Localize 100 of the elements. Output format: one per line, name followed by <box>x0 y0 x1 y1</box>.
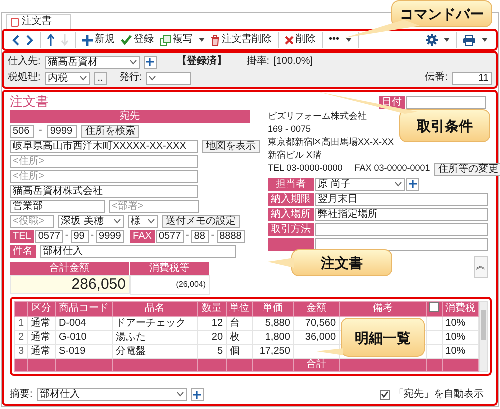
input-field[interactable]: 翌月末日 <box>315 192 488 206</box>
caret-icon <box>482 38 488 42</box>
section-header: 宛先 <box>10 110 250 123</box>
field-label: 摘要: <box>10 388 33 400</box>
tax-amount: (26,004) <box>130 275 210 295</box>
printer-icon <box>463 34 476 46</box>
plus-icon <box>193 390 202 398</box>
callout-label: コマンドバー <box>400 6 484 22</box>
callout-label: 注文書 <box>321 255 363 271</box>
plus-icon <box>146 58 154 66</box>
field-label: 納入期限 <box>268 192 314 206</box>
change-address-button[interactable]: 住所等の変更 <box>434 162 500 176</box>
table-cell: G-010 <box>56 330 113 344</box>
fax-text: FAX 03-0000-0001 <box>354 162 430 174</box>
select-field[interactable]: 様 <box>128 214 158 228</box>
copy-icon <box>160 34 171 46</box>
callout-label: 明細一覧 <box>355 330 412 346</box>
caret-icon <box>148 218 155 224</box>
copy-button[interactable]: 複写 <box>157 32 208 48</box>
memo-settings-button[interactable]: 送付メモの設定 <box>162 214 240 228</box>
total-amount: 286,050 <box>10 275 130 294</box>
field-label: 件名 <box>10 244 36 258</box>
input-field[interactable]: 9999 <box>96 230 124 242</box>
gear-icon <box>426 34 438 46</box>
input-field[interactable]: 506 <box>10 124 34 138</box>
plus-icon <box>82 34 93 46</box>
delete-order-button[interactable]: 注文書削除 <box>208 32 275 48</box>
caret-icon <box>149 76 156 80</box>
column-header: 金額 <box>294 302 340 316</box>
caret-icon <box>130 60 137 64</box>
document-icon <box>11 18 19 26</box>
delete-button[interactable]: 削除 <box>282 32 319 48</box>
field-label: 仕入先: <box>8 56 41 68</box>
field-label: FAX <box>130 230 155 242</box>
field-label: TEL <box>10 230 34 242</box>
caret-icon <box>199 38 205 42</box>
input-field[interactable] <box>315 238 488 250</box>
address-text: 新宿ビル X階 <box>268 149 322 161</box>
x-icon <box>285 36 294 44</box>
checkbox[interactable] <box>429 302 440 312</box>
column-header: 単位 <box>226 302 252 316</box>
callout-label: 取引条件 <box>417 118 473 134</box>
add-button[interactable] <box>144 56 157 68</box>
separator-text: - <box>64 230 70 242</box>
input-field[interactable]: 11 <box>452 72 492 84</box>
scrollbar[interactable] <box>479 301 488 372</box>
phone-text: TEL 03-0000-0000 <box>268 162 343 174</box>
save-button[interactable]: 登録 <box>118 32 157 48</box>
separator-text: - <box>184 230 190 242</box>
input-field[interactable]: 0577 <box>35 230 64 242</box>
company-name: ビズリフォーム株式会社 <box>268 110 367 122</box>
new-button[interactable]: 新規 <box>79 32 118 48</box>
separator-text: - <box>38 125 44 137</box>
separator-text: - <box>90 230 96 242</box>
more-button[interactable]: .. <box>94 72 108 84</box>
select-field[interactable]: 内税 <box>44 72 90 84</box>
check-icon <box>381 391 389 398</box>
input-field[interactable] <box>315 222 488 236</box>
input-field[interactable]: 99 <box>70 230 89 242</box>
add-button[interactable] <box>406 178 419 190</box>
tab[interactable]: 注文書 <box>6 14 71 29</box>
select-field[interactable] <box>146 72 192 84</box>
column-header: 区分 <box>28 302 56 316</box>
field-label: 伝番: <box>425 72 448 84</box>
table-cell: 12 <box>198 316 227 330</box>
column-header: 商品コード <box>56 302 113 316</box>
caret-icon <box>176 392 184 397</box>
date-field[interactable] <box>406 96 486 108</box>
address-search-button[interactable]: 住所を検索 <box>81 124 140 138</box>
settings-button[interactable] <box>423 32 453 48</box>
arrow-down-icon <box>61 34 69 46</box>
caret-icon <box>395 182 402 186</box>
input-field[interactable]: 9999 <box>47 124 78 138</box>
show-map-button[interactable]: 地図を表示 <box>202 140 260 152</box>
table-cell: 2 <box>14 330 28 344</box>
table-cell: 通常 <box>28 316 56 330</box>
check-icon <box>121 35 132 45</box>
field-label: 発行: <box>119 72 142 84</box>
checkbox[interactable] <box>380 390 390 400</box>
field-label: 取引方法 <box>268 222 314 236</box>
collapse-button[interactable]: ︽ <box>474 256 488 278</box>
caret-icon <box>444 38 450 42</box>
select-field[interactable]: 原 尚子 <box>315 178 405 190</box>
table-cell: 1 <box>14 316 28 330</box>
column-header: 品名 <box>112 302 198 316</box>
more-button[interactable]: ••• <box>326 32 355 48</box>
column-header: 消費税等 <box>130 262 210 275</box>
rate-text: [100.0%] <box>274 56 314 68</box>
separator-text: - <box>210 230 216 242</box>
table-cell: 台 <box>226 316 252 330</box>
add-button[interactable] <box>190 388 204 401</box>
table-cell: D-004 <box>56 316 113 330</box>
table-cell: 36,000 <box>294 330 340 344</box>
input-field[interactable]: 8888 <box>216 230 245 242</box>
checkbox-label: 「宛先」を自動表示 <box>394 388 484 400</box>
table-cell: 70,560 <box>294 316 340 330</box>
field-label: 担当者 <box>268 178 314 190</box>
field-label: 税処理: <box>8 72 41 84</box>
input-field[interactable]: 88 <box>191 230 210 242</box>
input-field[interactable]: 0577 <box>156 230 184 242</box>
